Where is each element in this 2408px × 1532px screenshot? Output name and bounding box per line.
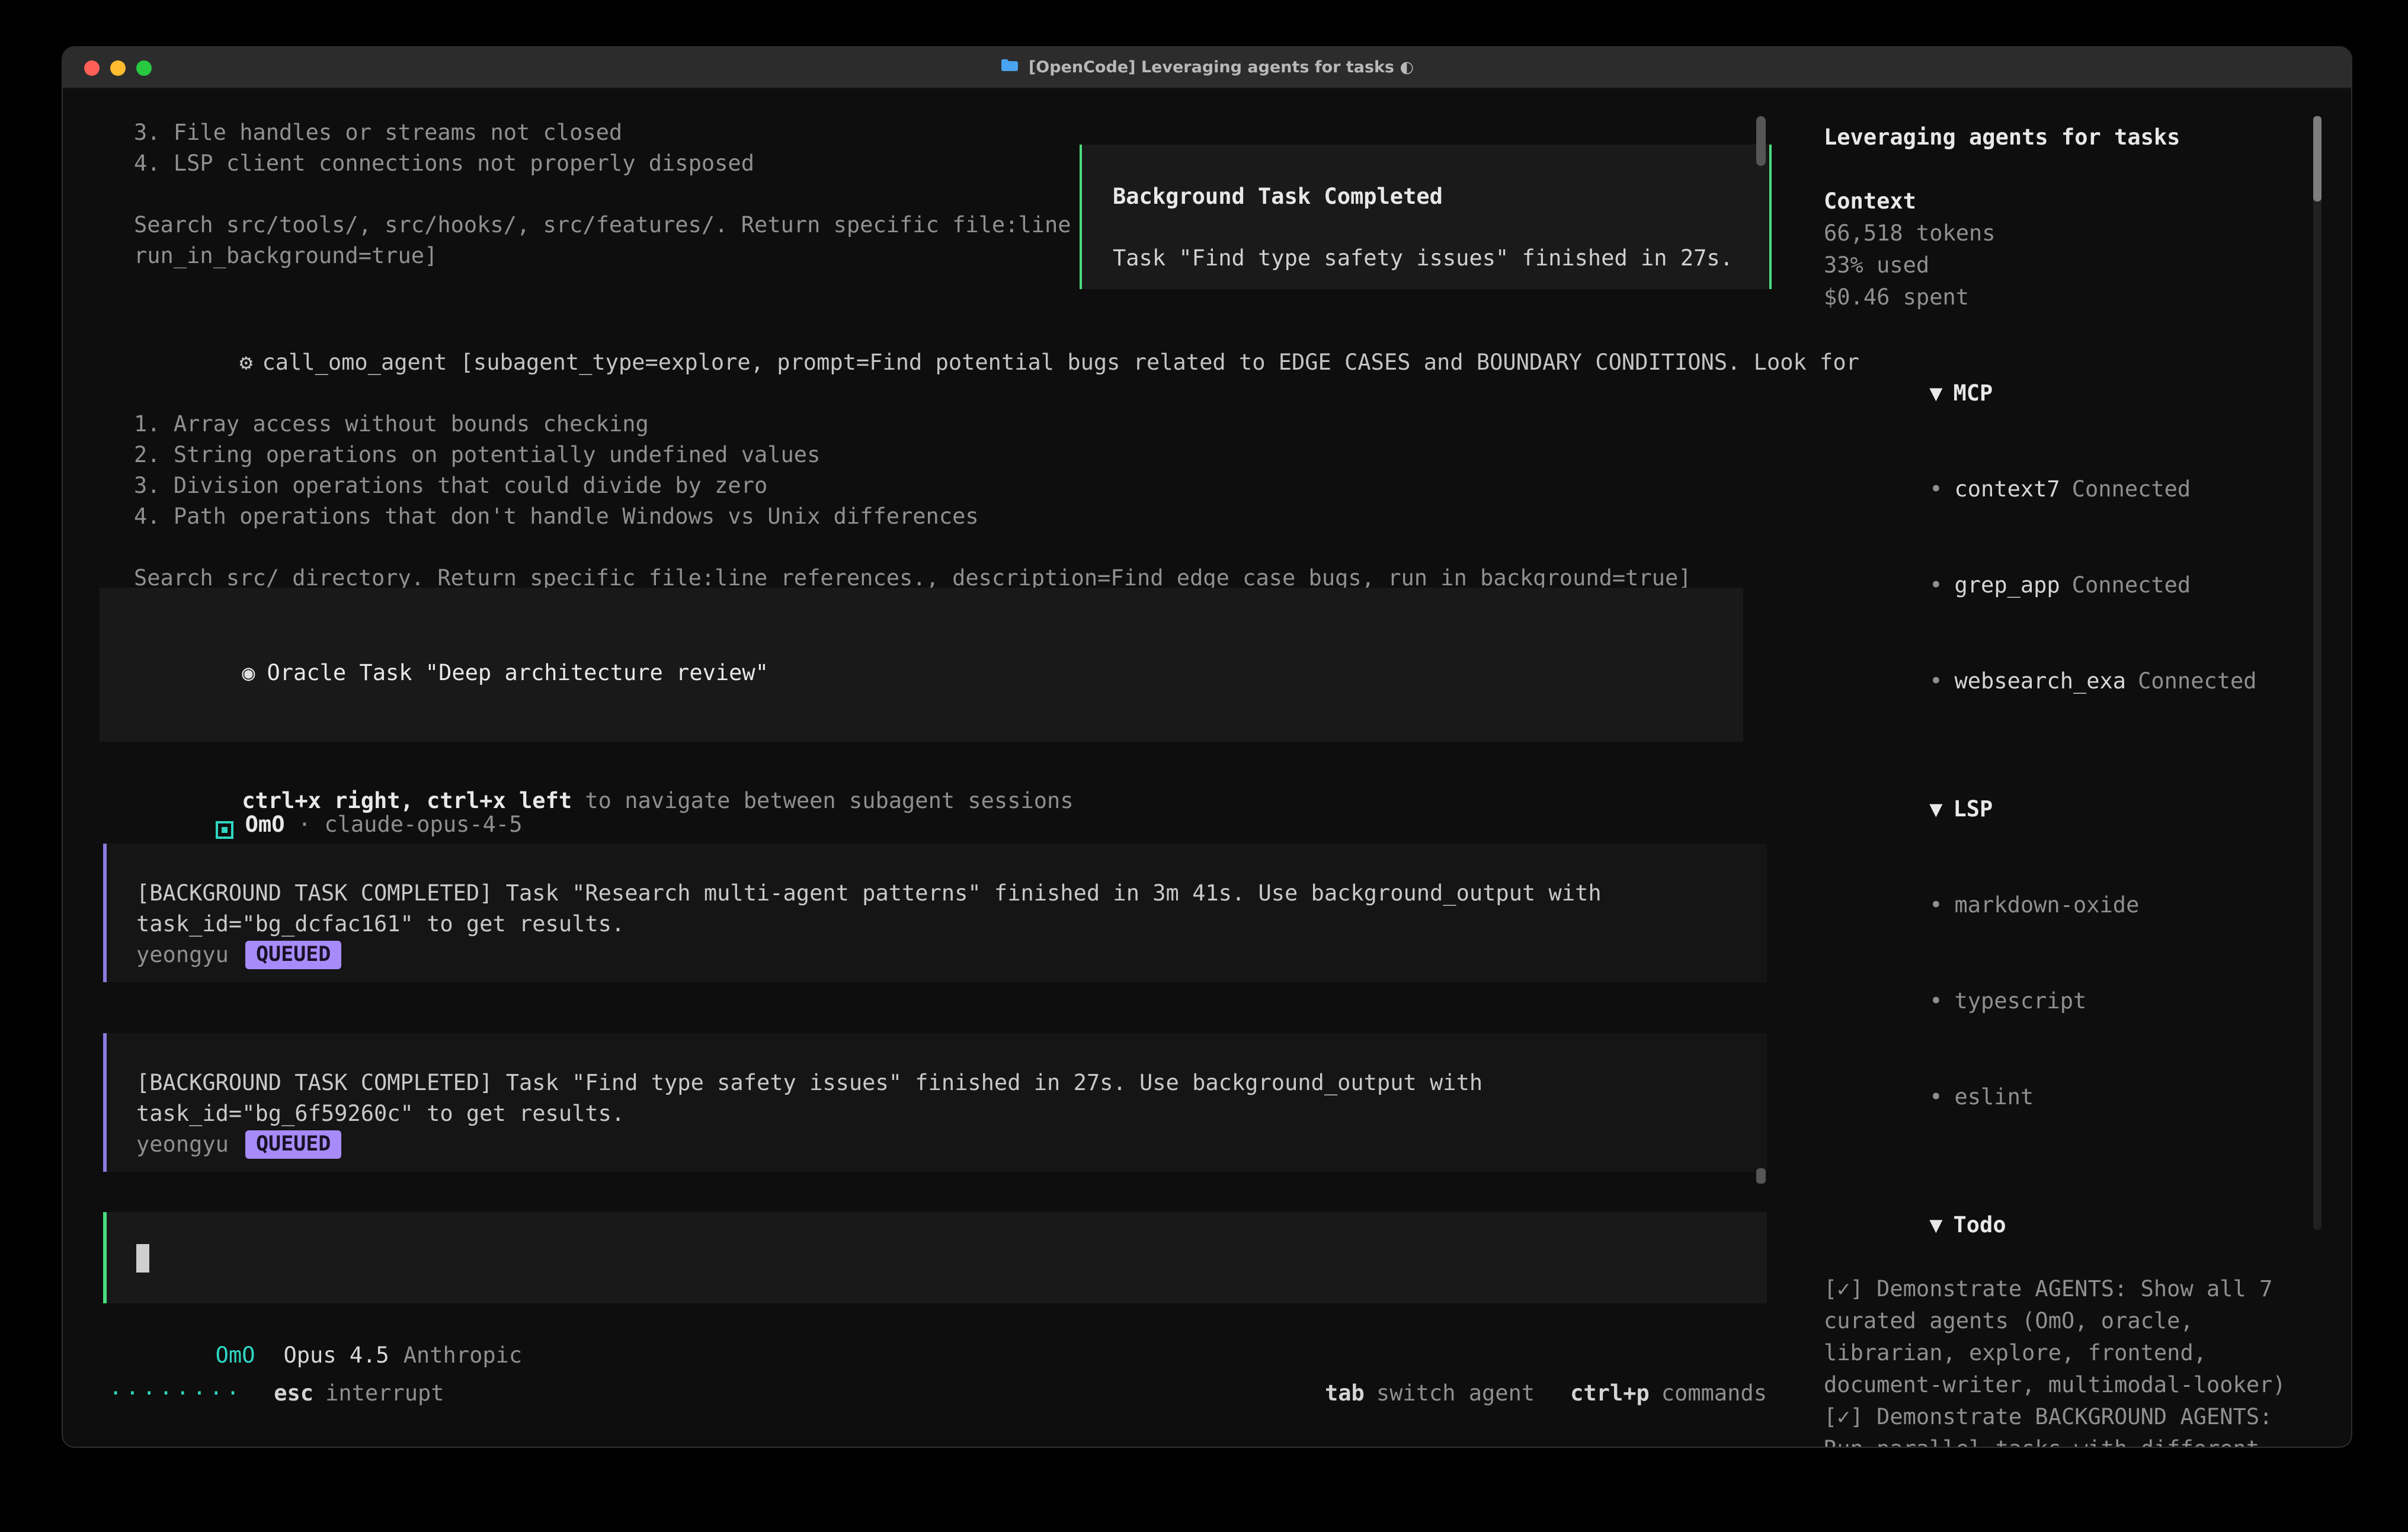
- close-button[interactable]: [84, 60, 100, 75]
- agent-separator: [285, 813, 298, 838]
- agent-icon: [216, 821, 233, 839]
- todo-heading-label: Todo: [1954, 1213, 2006, 1238]
- fisheye-icon: ◉: [242, 661, 255, 686]
- ctrlp-key-hint: ctrl+p: [1570, 1379, 1650, 1410]
- background-task-toast: Background Task Completed Task "Find typ…: [1080, 145, 1772, 289]
- input-agent-name: OmO: [216, 1344, 255, 1368]
- queued-badge: QUEUED: [245, 941, 341, 969]
- minimize-button[interactable]: [110, 60, 126, 75]
- context-spent: $0.46 spent: [1824, 282, 2317, 314]
- status-right: tab switch agent ctrl+p commands: [1289, 1379, 1767, 1410]
- context-heading: Context: [1824, 186, 2317, 218]
- queued-message: [BACKGROUND TASK COMPLETED] Task "Find t…: [103, 1033, 1767, 1172]
- bullet-icon: •: [1929, 1085, 1942, 1110]
- sidebar-scrollbar-track[interactable]: [2313, 116, 2321, 1230]
- collapse-arrow-icon: ▼: [1929, 797, 1942, 822]
- oracle-task-panel[interactable]: ◉Oracle Task "Deep architecture review" …: [100, 588, 1743, 742]
- context-used: 33% used: [1824, 250, 2317, 282]
- lsp-item: •markdown-oxide: [1824, 858, 2317, 954]
- tool-call-block: ⚙ call_omo_agent [subagent_type=explore, …: [134, 318, 1859, 595]
- sidebar-scrollbar-thumb[interactable]: [2313, 116, 2321, 201]
- scrollback-log-tail: 3. File handles or streams not closed 4.…: [134, 118, 1071, 273]
- zoom-button[interactable]: [136, 60, 152, 75]
- status-left: ········ esc interrupt: [109, 1379, 444, 1410]
- sidebar: Leveraging agents for tasks Context 66,5…: [1824, 122, 2317, 1448]
- collapse-arrow-icon: ▼: [1929, 382, 1942, 406]
- toast-body: Task "Find type safety issues" finished …: [1113, 244, 1769, 275]
- esc-key-label: interrupt: [325, 1379, 444, 1410]
- titlebar: [OpenCode] Leveraging agents for tasks ◐: [63, 47, 2351, 89]
- agent-name: OmO: [245, 813, 285, 838]
- main-scrollbar-end[interactable]: [1756, 1168, 1766, 1184]
- message-author: yeongyu: [136, 1133, 229, 1158]
- mcp-item: •context7Connected: [1824, 442, 2317, 538]
- message-author: yeongyu: [136, 943, 229, 968]
- lsp-section-header[interactable]: ▼ LSP: [1824, 762, 2317, 858]
- esc-key-hint: esc: [274, 1379, 313, 1410]
- bullet-icon: •: [1929, 477, 1942, 502]
- desktop: [OpenCode] Leveraging agents for tasks ◐…: [0, 0, 2408, 1532]
- spinner-icon: ········: [109, 1379, 243, 1410]
- todo-item: [✓] Demonstrate AGENTS: Show all 7 curat…: [1824, 1274, 2317, 1402]
- toast-title: Background Task Completed: [1113, 182, 1769, 213]
- agent-model: claude-opus-4-5: [324, 813, 522, 838]
- queued-message: [BACKGROUND TASK COMPLETED] Task "Resear…: [103, 844, 1767, 982]
- dot-separator: ·: [298, 813, 311, 838]
- message-meta: yeongyu QUEUED: [136, 941, 1767, 972]
- message-text: [BACKGROUND TASK COMPLETED] Task "Find t…: [136, 1069, 1767, 1130]
- traffic-lights: [84, 47, 152, 88]
- session-title: Leveraging agents for tasks: [1824, 122, 2317, 154]
- gear-icon: ⚙: [239, 351, 252, 376]
- message-meta: yeongyu QUEUED: [136, 1130, 1767, 1161]
- bullet-icon: •: [1929, 893, 1942, 918]
- tool-call-body: 1. Array access without bounds checking …: [134, 410, 1859, 595]
- lsp-heading-label: LSP: [1954, 797, 1993, 822]
- bullet-icon: •: [1929, 573, 1942, 598]
- tab-key-hint: tab: [1325, 1379, 1365, 1410]
- prompt-input[interactable]: [103, 1212, 1767, 1303]
- input-model-name: Opus 4.5: [284, 1344, 389, 1368]
- context-tokens: 66,518 tokens: [1824, 218, 2317, 250]
- status-bar: ········ esc interrupt tab switch agent …: [109, 1379, 1767, 1410]
- queued-badge: QUEUED: [245, 1130, 341, 1159]
- collapse-arrow-icon: ▼: [1929, 1213, 1942, 1238]
- main-scrollbar-thumb[interactable]: [1756, 116, 1766, 166]
- todo-item: [✓] Demonstrate BACKGROUND AGENTS: Run p…: [1824, 1402, 2317, 1448]
- lsp-item: •eslint: [1824, 1050, 2317, 1146]
- text-cursor: [136, 1244, 149, 1273]
- mcp-heading-label: MCP: [1954, 382, 1993, 406]
- message-text: [BACKGROUND TASK COMPLETED] Task "Resear…: [136, 879, 1767, 941]
- ctrlp-key-label: commands: [1661, 1379, 1767, 1410]
- mcp-section-header[interactable]: ▼ MCP: [1824, 346, 2317, 442]
- oracle-task-title: Oracle Task "Deep architecture review": [267, 661, 769, 686]
- tab-key-label: switch agent: [1376, 1379, 1535, 1410]
- lsp-item: •typescript: [1824, 954, 2317, 1050]
- todo-section-header[interactable]: ▼ Todo: [1824, 1178, 2317, 1274]
- input-provider: Anthropic: [404, 1344, 523, 1368]
- opencode-window: [OpenCode] Leveraging agents for tasks ◐…: [62, 46, 2352, 1448]
- window-title: [OpenCode] Leveraging agents for tasks ◐: [1000, 47, 1414, 88]
- window-title-text: [OpenCode] Leveraging agents for tasks ◐: [1029, 47, 1414, 88]
- tool-call-name-line: call_omo_agent [subagent_type=explore, p…: [262, 351, 1859, 376]
- bullet-icon: •: [1929, 669, 1942, 694]
- mcp-item: •websearch_exaConnected: [1824, 634, 2317, 730]
- bullet-icon: •: [1929, 989, 1942, 1014]
- hint-text: to navigate between subagent sessions: [572, 789, 1074, 814]
- folder-icon: [1000, 47, 1019, 88]
- mcp-item: •grep_appConnected: [1824, 538, 2317, 634]
